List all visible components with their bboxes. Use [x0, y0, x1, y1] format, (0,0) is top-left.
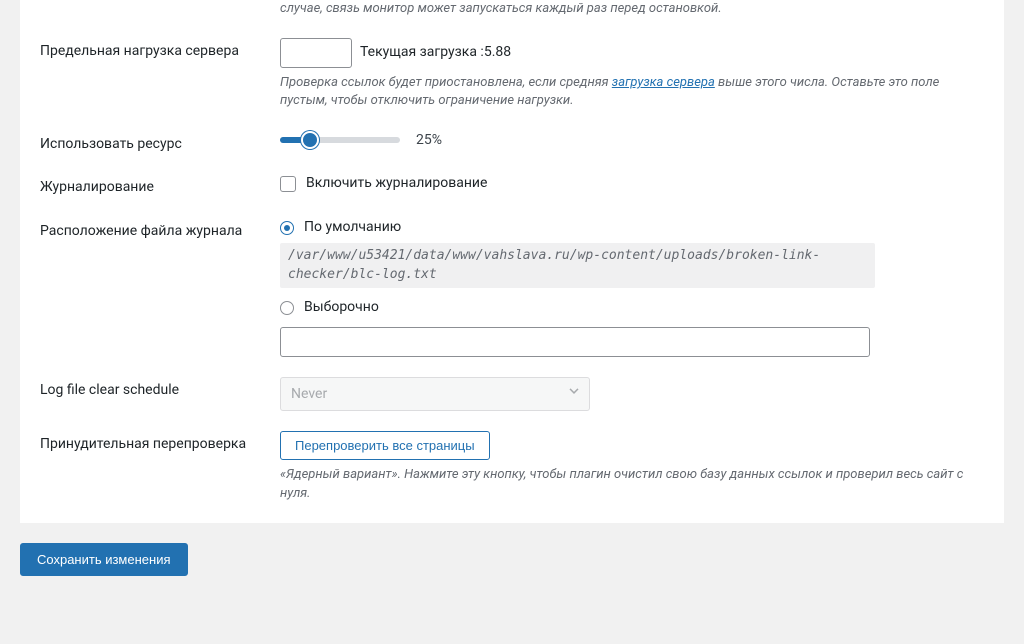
log-path: /var/www/u53421/data/www/vahslava.ru/wp-…	[280, 243, 875, 287]
clear-schedule-select[interactable]: Never	[280, 377, 590, 411]
clear-schedule-value: Never	[291, 385, 327, 405]
server-load-input[interactable]	[280, 38, 352, 68]
resource-slider[interactable]	[280, 137, 400, 143]
desc-before: Проверка ссылок будет приостановлена, ес…	[280, 75, 612, 90]
label-resource: Использовать ресурс	[40, 131, 280, 155]
row-log-location: Расположение файла журнала По умолчанию …	[40, 198, 984, 358]
save-button[interactable]: Сохранить изменения	[20, 543, 188, 576]
logging-checkbox[interactable]	[280, 176, 296, 192]
row-clear-schedule: Log file clear schedule Never	[40, 357, 984, 411]
label-log-location: Расположение файла журнала	[40, 218, 280, 358]
label-logging: Журналирование	[40, 174, 280, 198]
label-recheck: Принудительная перепроверка	[40, 431, 280, 502]
recheck-button[interactable]: Перепроверить все страницы	[280, 431, 490, 460]
row-logging: Журналирование Включить журналирование	[40, 154, 984, 198]
row-recheck: Принудительная перепроверка Перепроверит…	[40, 411, 984, 502]
recheck-description: «Ядерный вариант». Нажмите эту кнопку, ч…	[280, 466, 984, 502]
slider-thumb[interactable]	[301, 131, 319, 149]
label-server-load: Предельная нагрузка сервера	[40, 38, 280, 110]
row-server-load: Предельная нагрузка сервера Текущая загр…	[40, 18, 984, 110]
resource-percent: 25%	[416, 131, 442, 151]
row-resource: Использовать ресурс 25%	[40, 111, 984, 155]
settings-card: случае, связь монитор может запускаться …	[20, 0, 1004, 523]
logging-checkbox-label: Включить журналирование	[306, 174, 487, 194]
label-clear-schedule: Log file clear schedule	[40, 377, 280, 411]
current-load-prefix: Текущая загрузка :	[360, 43, 484, 63]
server-load-description: Проверка ссылок будет приостановлена, ес…	[280, 74, 984, 110]
radio-default[interactable]	[280, 221, 294, 235]
server-load-link[interactable]: загрузка сервера	[612, 75, 715, 90]
current-load-value: 5.88	[484, 43, 511, 63]
top-description: случае, связь монитор может запускаться …	[280, 0, 984, 18]
radio-custom[interactable]	[280, 301, 294, 315]
radio-default-label: По умолчанию	[304, 218, 401, 238]
custom-log-path-input[interactable]	[280, 327, 870, 357]
radio-custom-label: Выборочно	[304, 298, 379, 318]
